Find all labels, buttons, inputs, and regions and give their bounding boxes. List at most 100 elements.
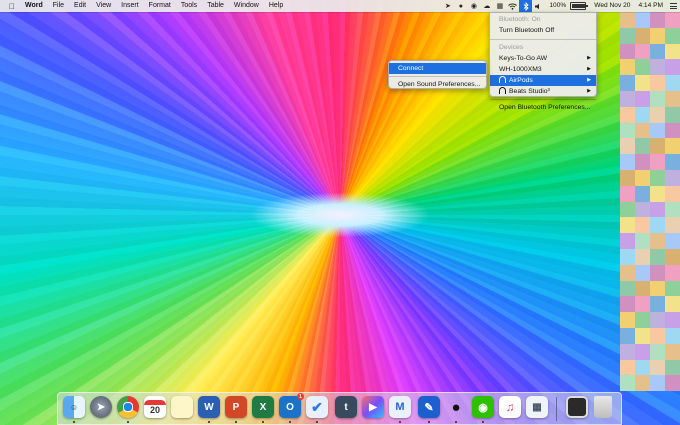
notes-icon[interactable] — [171, 396, 193, 418]
mosaic-tile — [650, 296, 665, 313]
mosaic-tile — [635, 59, 650, 76]
connect-item[interactable]: Connect — [389, 62, 486, 74]
mosaic-tile — [620, 312, 635, 328]
menu-table[interactable]: Table — [202, 0, 229, 12]
mosaic-tile — [665, 248, 680, 265]
running-indicator — [73, 420, 75, 423]
preview-icon[interactable]: ▦ — [526, 396, 548, 418]
menu-edit[interactable]: Edit — [69, 0, 91, 12]
things-icon[interactable]: ✔ — [306, 396, 328, 418]
mosaic-tile — [635, 43, 650, 60]
apple-menu-icon[interactable]:  — [0, 2, 20, 11]
mosaic-tile — [650, 75, 665, 91]
chrome-icon[interactable] — [117, 396, 139, 418]
device-keys-to-go[interactable]: Keys-To-Go AW ▶ — [490, 53, 596, 64]
mosaic-tile — [620, 201, 635, 218]
running-indicator — [235, 420, 237, 423]
menu-tools[interactable]: Tools — [176, 0, 202, 12]
trash-icon[interactable] — [594, 396, 612, 418]
mosaic-tile — [665, 201, 680, 218]
mosaic-tile — [635, 233, 650, 249]
app-menu[interactable]: Word — [20, 0, 48, 12]
mosaic-tile — [665, 359, 680, 376]
wechat-icon[interactable]: ◉ — [472, 396, 494, 418]
volume-icon[interactable] — [532, 0, 545, 12]
menu-view[interactable]: View — [91, 0, 116, 12]
submenu-arrow-icon: ▶ — [587, 87, 591, 94]
submenu-arrow-icon: ▶ — [587, 76, 591, 83]
send-icon[interactable]: ➤ — [441, 0, 454, 12]
mosaic-tile — [665, 75, 680, 91]
tumblr-icon[interactable]: t — [335, 396, 357, 418]
music-icon[interactable]: ♫ — [499, 396, 521, 418]
calendar-app-icon[interactable]: 20 — [144, 396, 166, 418]
battery-icon[interactable] — [570, 2, 588, 10]
mosaic-tile — [620, 248, 635, 265]
device-airpods[interactable]: AirPods ▶ — [490, 74, 596, 86]
pages-icon[interactable]: ✎ — [418, 396, 440, 418]
cloud-icon[interactable]: ☁ — [480, 0, 493, 12]
word-icon[interactable]: W — [198, 396, 220, 418]
menu-divider — [490, 38, 596, 39]
mosaic-tile — [620, 12, 635, 28]
dock-divider — [556, 397, 557, 421]
bell-icon[interactable]: ● — [454, 0, 467, 12]
final-cut-pro-icon[interactable]: ▶ — [362, 396, 384, 418]
qq-icon[interactable]: ● — [445, 396, 467, 418]
chat-icon[interactable]: ◉ — [467, 0, 480, 12]
running-indicator — [262, 420, 264, 423]
mosaic-tile — [650, 43, 665, 60]
excel-icon[interactable]: X — [252, 396, 274, 418]
outlook-icon[interactable]: O1 — [279, 393, 304, 418]
mosaic-tile — [650, 375, 665, 392]
mosaic-tile — [665, 169, 680, 186]
mosaic-tile — [665, 27, 680, 44]
menu-help[interactable]: Help — [264, 0, 288, 12]
mosaic-tile — [620, 280, 635, 297]
calendar-day: 20 — [149, 404, 160, 415]
open-sound-preferences-item[interactable]: Open Sound Preferences... — [389, 79, 486, 90]
battery-percent[interactable]: 100% — [545, 0, 570, 12]
finder-icon[interactable]: ☺ — [63, 396, 85, 418]
menu-window[interactable]: Window — [229, 0, 264, 12]
mosaic-tile — [665, 59, 680, 76]
mosaic-tile — [635, 264, 650, 281]
menu-format[interactable]: Format — [144, 0, 176, 12]
wifi-icon[interactable] — [506, 0, 519, 12]
mosaic-tile — [650, 327, 665, 344]
menu-insert[interactable]: Insert — [116, 0, 144, 12]
mosaic-tile — [650, 264, 665, 281]
mosaic-tile — [650, 312, 665, 328]
stock-icon[interactable]: M — [389, 396, 411, 418]
mosaic-tile — [650, 359, 665, 376]
calendar-icon[interactable]: ▦ — [493, 0, 506, 12]
bluetooth-menu: Bluetooth: On Turn Bluetooth Off Devices… — [489, 12, 597, 111]
menu-file[interactable]: File — [48, 0, 69, 12]
mosaic-tile — [665, 185, 680, 202]
device-label: Beats Studio³ — [509, 87, 550, 95]
device-beats-studio[interactable]: Beats Studio³ ▶ — [490, 86, 596, 97]
notification-center-icon[interactable] — [667, 0, 680, 12]
turn-bluetooth-off-item[interactable]: Turn Bluetooth Off — [490, 25, 596, 36]
submenu-arrow-icon: ▶ — [587, 65, 591, 72]
mosaic-tile — [665, 233, 680, 249]
mosaic-tile — [665, 375, 680, 392]
mosaic-tile — [620, 122, 635, 139]
mosaic-tile — [650, 59, 665, 76]
mosaic-tile — [635, 375, 650, 392]
open-bluetooth-preferences-item[interactable]: Open Bluetooth Preferences... — [490, 102, 596, 113]
mosaic-tile — [620, 359, 635, 376]
mosaic-tile — [635, 248, 650, 265]
date-display[interactable]: Wed Nov 20 — [590, 0, 634, 12]
mosaic-tile — [635, 27, 650, 44]
mosaic-tile — [620, 75, 635, 91]
bluetooth-icon[interactable] — [519, 0, 533, 12]
device-wh-1000xm3[interactable]: WH-1000XM3 ▶ — [490, 64, 596, 75]
mosaic-tile — [635, 312, 650, 328]
launchpad-icon[interactable]: ➤ — [90, 396, 112, 418]
screen-icon[interactable] — [566, 396, 588, 418]
time-display[interactable]: 4:14 PM — [634, 0, 667, 12]
mosaic-tile — [665, 327, 680, 344]
mosaic-tile — [650, 201, 665, 218]
powerpoint-icon[interactable]: P — [225, 396, 247, 418]
